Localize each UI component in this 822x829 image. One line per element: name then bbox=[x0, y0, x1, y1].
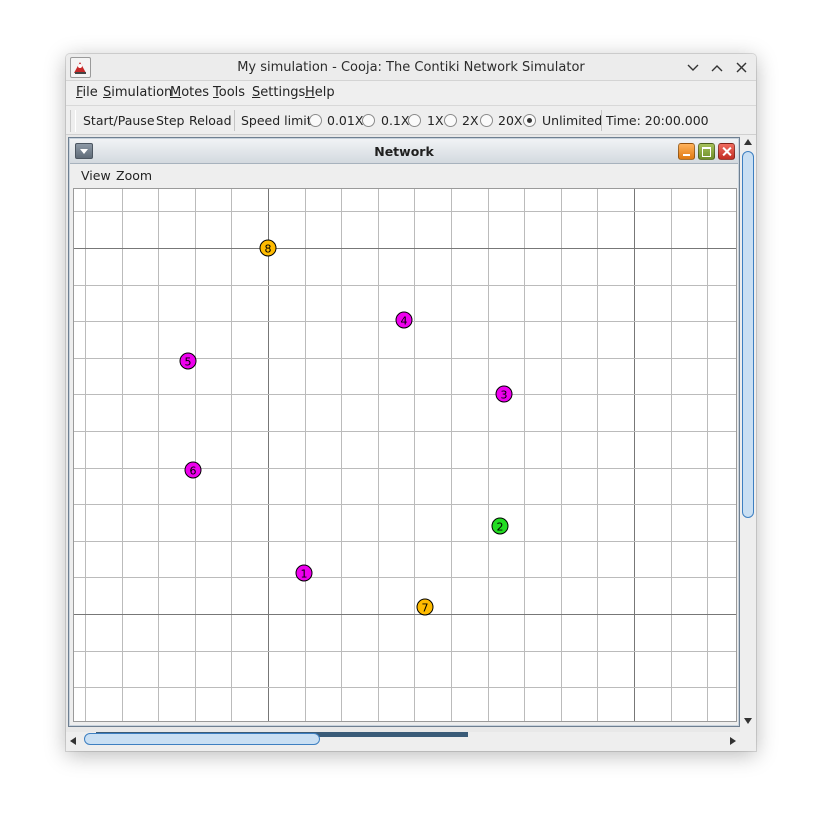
toolbar-grip[interactable] bbox=[70, 110, 76, 132]
vertical-scroll-thumb[interactable] bbox=[742, 151, 754, 518]
toolbar-separator bbox=[234, 110, 235, 131]
network-menubar: View Zoom bbox=[70, 164, 738, 188]
horizontal-scrollbar[interactable] bbox=[66, 732, 756, 751]
frame-minimize-icon[interactable] bbox=[678, 143, 695, 160]
speed-radio-1x[interactable] bbox=[408, 114, 421, 127]
mote-8[interactable]: 8 bbox=[259, 239, 277, 257]
mote-4[interactable]: 4 bbox=[395, 311, 413, 329]
speed-radio-0.1x[interactable] bbox=[362, 114, 375, 127]
frame-close-icon[interactable] bbox=[718, 143, 735, 160]
mote-5-label: 5 bbox=[185, 356, 192, 369]
maximize-icon[interactable] bbox=[707, 58, 727, 77]
mote-3-label: 3 bbox=[501, 389, 508, 402]
simulation-time: Time: 20:00.000 bbox=[606, 113, 709, 128]
mote-6-label: 6 bbox=[190, 465, 197, 478]
menu-file[interactable]: File bbox=[76, 81, 98, 105]
menu-simulation[interactable]: Simulation bbox=[103, 81, 172, 105]
toolbar-separator bbox=[601, 110, 602, 131]
minimize-icon[interactable] bbox=[683, 58, 703, 77]
vertical-scrollbar[interactable] bbox=[740, 135, 756, 732]
scroll-up-icon[interactable] bbox=[744, 139, 752, 145]
network-title: Network bbox=[374, 144, 434, 159]
mote-5[interactable]: 5 bbox=[179, 352, 197, 370]
mote-1-label: 1 bbox=[301, 568, 308, 581]
mote-7[interactable]: 7 bbox=[416, 598, 434, 616]
title-bar[interactable]: My simulation - Cooja: The Contiki Netwo… bbox=[66, 54, 756, 81]
menu-settings[interactable]: Settings bbox=[252, 81, 305, 105]
plugin-desktop: Network View Zoom 1 2 3 4 5 6 7 8 bbox=[66, 135, 756, 751]
scroll-right-icon[interactable] bbox=[730, 737, 736, 745]
menu-help[interactable]: Help bbox=[305, 81, 335, 105]
network-title-bar[interactable]: Network bbox=[70, 139, 738, 164]
menu-zoom[interactable]: Zoom bbox=[116, 164, 152, 188]
mote-4-label: 4 bbox=[401, 315, 408, 328]
mote-8-label: 8 bbox=[265, 243, 272, 256]
network-grid[interactable]: 1 2 3 4 5 6 7 8 bbox=[74, 189, 737, 722]
cooja-window: My simulation - Cooja: The Contiki Netwo… bbox=[66, 54, 756, 751]
speed-radio-0.01x[interactable] bbox=[309, 114, 322, 127]
network-window: Network View Zoom 1 2 3 4 5 6 7 8 bbox=[68, 137, 740, 727]
mote-2-label: 2 bbox=[497, 521, 504, 534]
scroll-down-icon[interactable] bbox=[744, 718, 752, 724]
mote-2[interactable]: 2 bbox=[491, 517, 509, 535]
horizontal-scroll-thumb[interactable] bbox=[84, 733, 320, 745]
network-canvas[interactable]: 1 2 3 4 5 6 7 8 bbox=[73, 188, 737, 722]
main-menubar: File Simulation Motes Tools Settings Hel… bbox=[66, 81, 756, 105]
mote-3[interactable]: 3 bbox=[495, 385, 513, 403]
speed-label-1x[interactable]: 1X bbox=[427, 106, 444, 135]
simulation-toolbar: Start/Pause Step Reload Speed limit: 0.0… bbox=[66, 105, 756, 135]
scroll-left-icon[interactable] bbox=[70, 737, 76, 745]
mote-1[interactable]: 1 bbox=[295, 564, 313, 582]
speed-label-0.1x[interactable]: 0.1X bbox=[381, 106, 409, 135]
menu-motes[interactable]: Motes bbox=[170, 81, 209, 105]
speed-label-2x[interactable]: 2X bbox=[462, 106, 479, 135]
start-pause-button[interactable]: Start/Pause bbox=[83, 106, 155, 135]
speed-label-unlimited[interactable]: Unlimited bbox=[542, 106, 602, 135]
speed-radio-unlimited[interactable] bbox=[523, 114, 536, 127]
window-title: My simulation - Cooja: The Contiki Netwo… bbox=[237, 60, 585, 75]
menu-tools[interactable]: Tools bbox=[213, 81, 245, 105]
frame-maximize-icon[interactable] bbox=[698, 143, 715, 160]
mote-6[interactable]: 6 bbox=[184, 461, 202, 479]
speed-limit-label: Speed limit: bbox=[241, 113, 316, 128]
mote-7-label: 7 bbox=[422, 602, 429, 615]
speed-radio-20x[interactable] bbox=[480, 114, 493, 127]
menu-view[interactable]: View bbox=[81, 164, 111, 188]
speed-radio-2x[interactable] bbox=[444, 114, 457, 127]
speed-label-0.01x[interactable]: 0.01X bbox=[327, 106, 363, 135]
reload-button[interactable]: Reload bbox=[189, 106, 232, 135]
speed-label-20x[interactable]: 20X bbox=[498, 106, 522, 135]
close-icon[interactable] bbox=[731, 58, 751, 77]
step-button[interactable]: Step bbox=[156, 106, 184, 135]
